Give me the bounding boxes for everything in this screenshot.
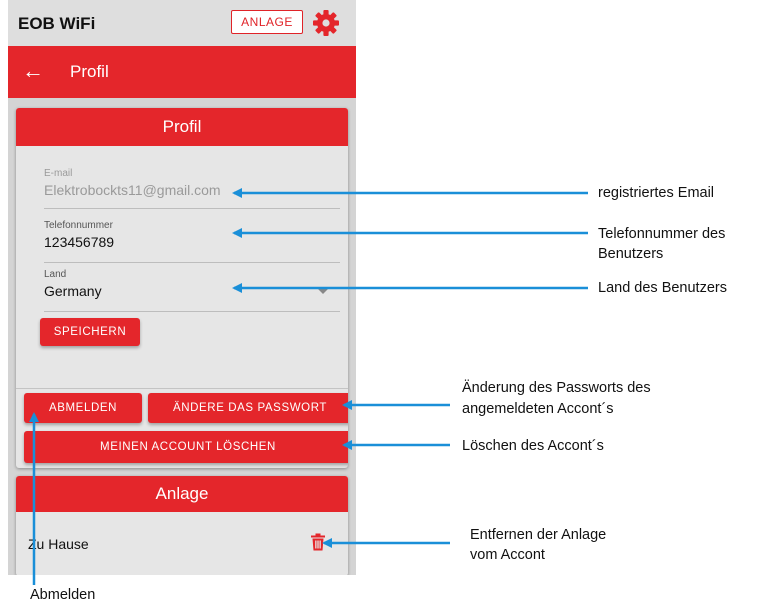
annotation-password-line2: angemeldeten Accont´s [462, 401, 614, 417]
annotation-email: registriertes Email [598, 185, 715, 201]
annotation-phone-line2: Benutzers [598, 246, 664, 262]
annotation-delete: Löschen des Accont´s [462, 438, 604, 454]
annotation-arrows [29, 188, 588, 585]
annotation-logout: Abmelden [30, 587, 96, 603]
annotation-password-line1: Änderung des Passworts des [462, 380, 651, 396]
annotation-remove-line1: Entfernen der Anlage [470, 527, 607, 543]
annotation-phone-line1: Telefonnummer des [598, 226, 726, 242]
annotation-country: Land des Benutzers [598, 280, 727, 296]
annotation-remove-line2: vom Accont [470, 547, 545, 563]
